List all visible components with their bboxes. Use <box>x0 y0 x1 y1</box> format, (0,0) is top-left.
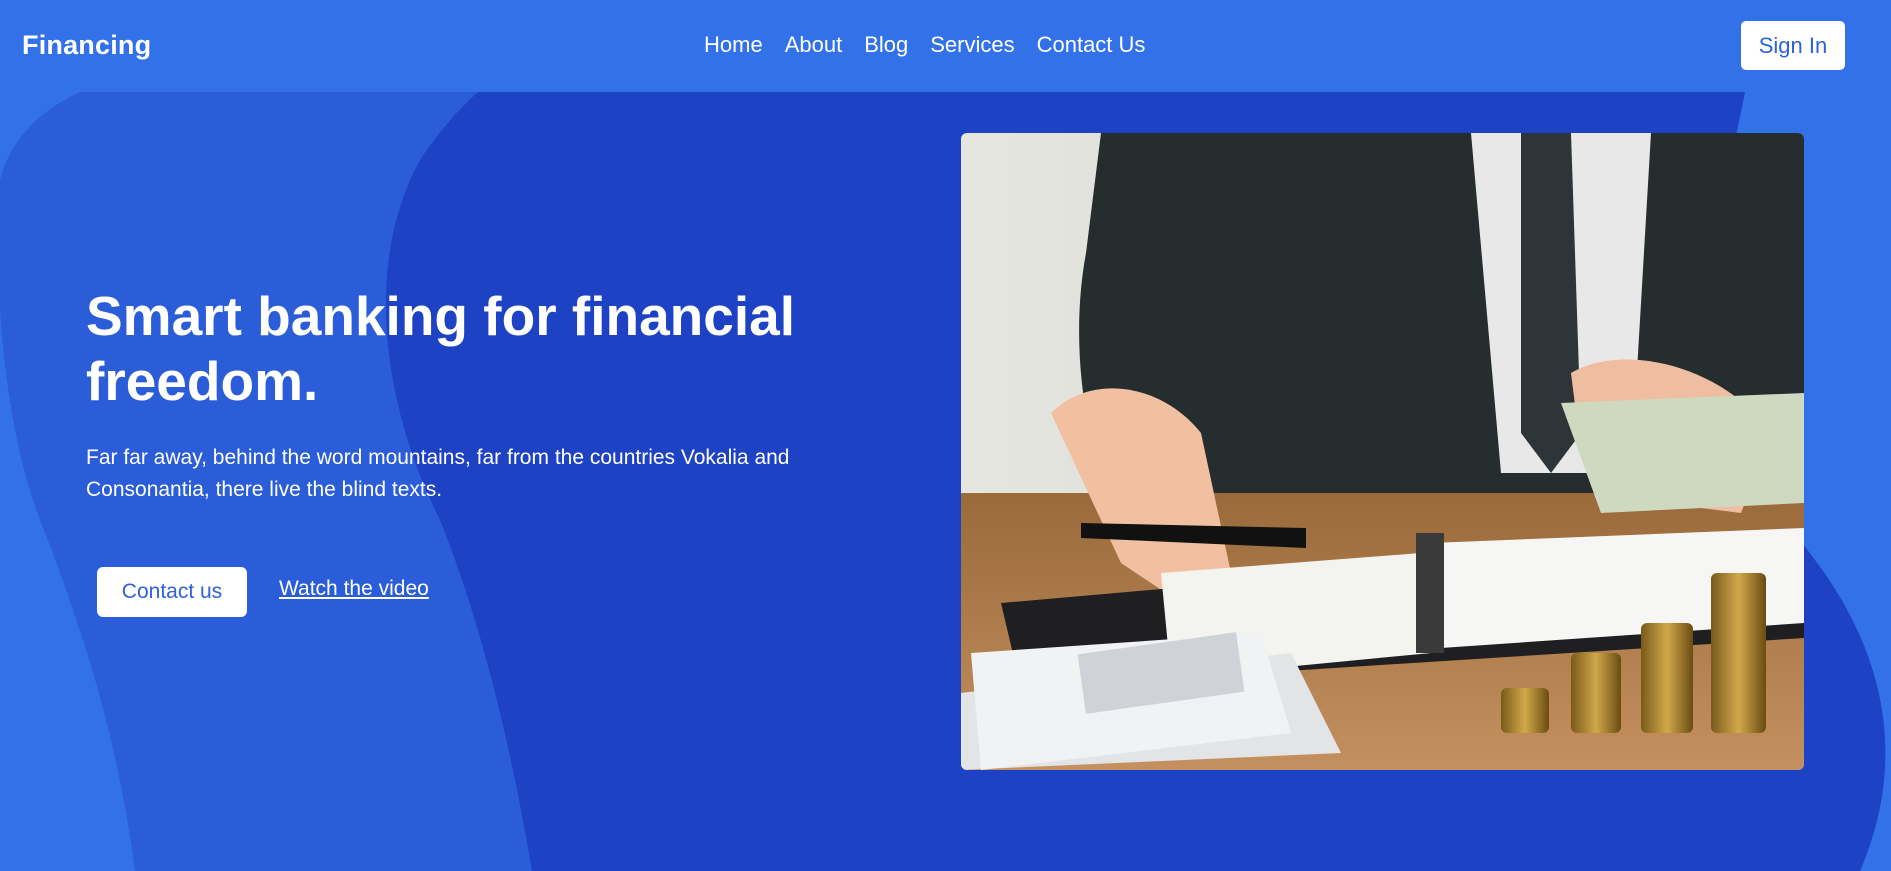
nav-services[interactable]: Services <box>930 32 1014 58</box>
sign-in-button[interactable]: Sign In <box>1741 21 1845 70</box>
hero-text: Smart banking for financial freedom. Far… <box>86 284 876 506</box>
hero-image <box>961 133 1804 770</box>
nav-contact-us[interactable]: Contact Us <box>1037 32 1146 58</box>
hero-description: Far far away, behind the word mountains,… <box>86 446 790 501</box>
nav-home[interactable]: Home <box>704 32 763 58</box>
nav-about[interactable]: About <box>785 32 843 58</box>
main-nav: Home About Blog Services Contact Us <box>704 32 1167 58</box>
hero-title: Smart banking for financial freedom. <box>86 285 796 412</box>
watch-video-link[interactable]: Watch the video <box>279 577 429 601</box>
nav-blog[interactable]: Blog <box>864 32 908 58</box>
hero-photo <box>961 133 1804 770</box>
contact-us-button[interactable]: Contact us <box>97 567 247 617</box>
brand-logo[interactable]: Financing <box>22 30 151 61</box>
navbar: Financing Home About Blog Services Conta… <box>0 0 1891 92</box>
